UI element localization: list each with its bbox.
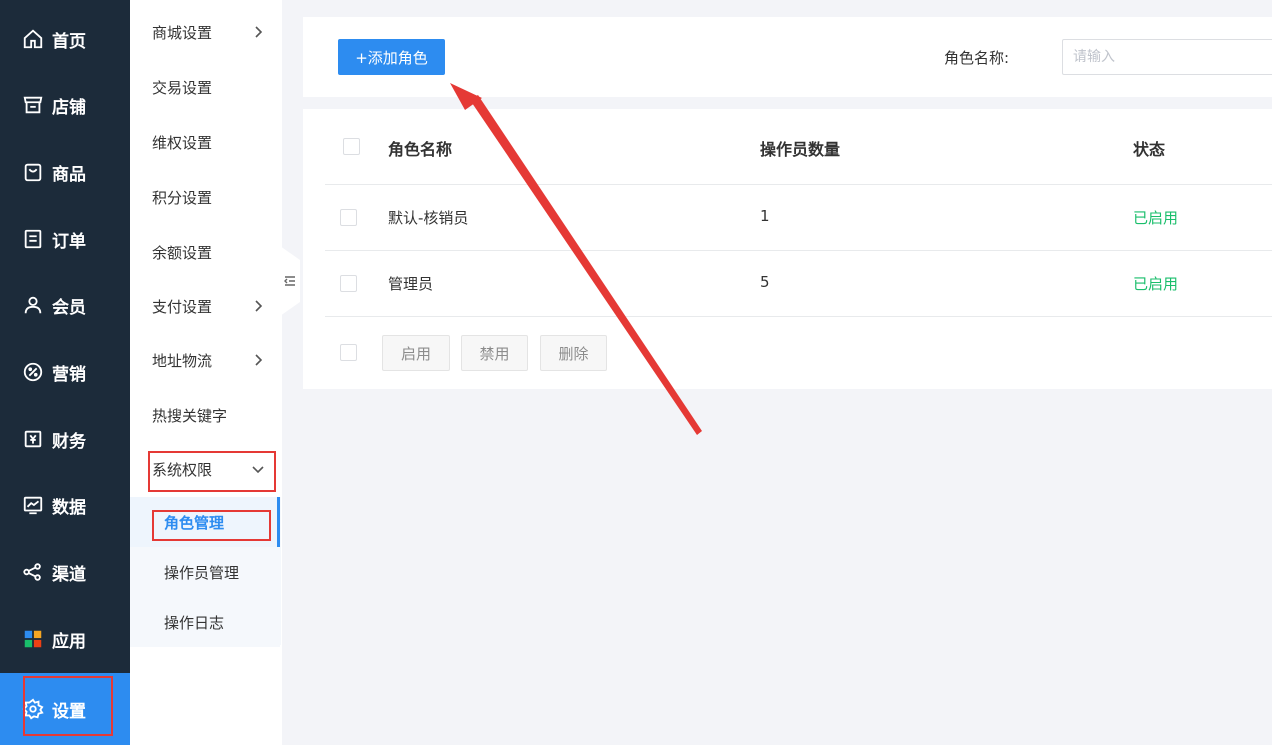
chart-icon (22, 494, 44, 516)
nav2-item-label: 热搜关键字 (152, 406, 228, 425)
nav2-sub-label: 操作日志 (164, 613, 225, 632)
toolbar-panel: +添加角色 角色名称: (303, 17, 1272, 97)
yen-icon (22, 428, 44, 450)
nav2-item-label: 地址物流 (152, 351, 213, 370)
nav-item-orders[interactable]: 订单 (0, 206, 130, 272)
nav2-item-balance-settings[interactable]: 余额设置 (130, 232, 280, 272)
nav-item-finance[interactable]: 财务 (0, 406, 130, 472)
nav-item-goods[interactable]: 商品 (0, 139, 130, 205)
nav2-item-mall-settings[interactable]: 商城设置 (130, 12, 280, 52)
column-header-status: 状态 (1133, 140, 1166, 159)
nav2-sub-operation-log[interactable]: 操作日志 (130, 597, 280, 647)
nav-item-label: 数据 (52, 497, 86, 518)
home-icon (22, 28, 44, 50)
column-header-role-name: 角色名称 (388, 140, 453, 159)
nav-item-label: 店铺 (52, 97, 86, 118)
nav-item-label: 商品 (52, 164, 86, 185)
nav2-item-hot-keywords[interactable]: 热搜关键字 (130, 395, 280, 435)
nav-item-label: 会员 (52, 297, 86, 318)
nav2-item-label: 系统权限 (152, 460, 213, 479)
nav2-item-label: 商城设置 (152, 23, 213, 42)
nav2-item-label: 维权设置 (152, 133, 213, 152)
collapse-icon (284, 276, 295, 286)
operator-count-cell: 1 (760, 207, 770, 225)
roles-table: 角色名称 操作员数量 状态 默认-核销员 1 已启用 管理员 5 已启用 启用 … (303, 109, 1272, 389)
nav-item-settings[interactable]: 设置 (0, 673, 130, 745)
nav-item-data[interactable]: 数据 (0, 472, 130, 538)
bulk-select-checkbox[interactable] (340, 344, 357, 361)
secondary-sidebar: 商城设置 交易设置 维权设置 积分设置 余额设置 支付设置 地址物流 热搜关键字… (130, 0, 282, 745)
share-icon (22, 561, 44, 583)
operator-count-cell: 5 (760, 273, 770, 291)
percent-icon (22, 361, 44, 383)
nav2-item-trade-settings[interactable]: 交易设置 (130, 67, 280, 107)
select-all-checkbox[interactable] (343, 138, 360, 155)
nav2-item-label: 积分设置 (152, 188, 213, 207)
chevron-right-icon (255, 300, 263, 312)
gear-icon (22, 698, 44, 720)
nav-item-home[interactable]: 首页 (0, 6, 130, 72)
chevron-right-icon (255, 354, 263, 366)
nav-item-label: 财务 (52, 431, 86, 452)
status-cell: 已启用 (1133, 209, 1179, 227)
chevron-down-icon (252, 466, 264, 474)
nav2-sub-label: 操作员管理 (164, 563, 240, 582)
nav2-item-label: 支付设置 (152, 297, 213, 316)
nav-item-label: 应用 (52, 631, 86, 652)
role-name-search-label: 角色名称: (944, 49, 1010, 67)
primary-sidebar: 首页 店铺 商品 订单 会员 营销 财务 数据 渠道 应用 设置 (0, 0, 130, 745)
nav2-item-label: 交易设置 (152, 78, 213, 97)
nav-item-label: 首页 (52, 31, 86, 52)
role-name-search-input[interactable] (1062, 39, 1272, 75)
nav2-sub-role-management[interactable]: 角色管理 (130, 497, 280, 547)
bulk-enable-button[interactable]: 启用 (382, 335, 450, 371)
column-header-operator-count: 操作员数量 (760, 140, 841, 159)
nav2-item-label: 余额设置 (152, 243, 213, 262)
nav-item-label: 营销 (52, 364, 86, 385)
nav-item-label: 订单 (52, 231, 86, 252)
bulk-disable-button[interactable]: 禁用 (461, 335, 528, 371)
bag-icon (22, 161, 44, 183)
nav2-sub-operator-management[interactable]: 操作员管理 (130, 547, 280, 597)
row-checkbox[interactable] (340, 275, 357, 292)
table-row[interactable]: 默认-核销员 1 已启用 (325, 185, 1272, 251)
nav-item-marketing[interactable]: 营销 (0, 339, 130, 405)
user-icon (22, 294, 44, 316)
nav-item-channels[interactable]: 渠道 (0, 539, 130, 605)
chevron-right-icon (255, 26, 263, 38)
nav2-item-rights-settings[interactable]: 维权设置 (130, 122, 280, 162)
nav2-item-address-logistics[interactable]: 地址物流 (130, 340, 280, 380)
order-icon (22, 228, 44, 250)
table-header-row: 角色名称 操作员数量 状态 (325, 109, 1272, 185)
status-cell: 已启用 (1133, 275, 1179, 293)
store-icon (22, 94, 44, 116)
table-row[interactable]: 管理员 5 已启用 (325, 251, 1272, 317)
apps-icon (22, 628, 44, 650)
role-name-cell: 管理员 (388, 275, 434, 293)
nav-item-store[interactable]: 店铺 (0, 72, 130, 138)
bulk-delete-button[interactable]: 删除 (540, 335, 607, 371)
nav2-item-system-permissions[interactable]: 系统权限 (130, 449, 280, 489)
nav2-item-payment-settings[interactable]: 支付设置 (130, 286, 280, 326)
row-checkbox[interactable] (340, 209, 357, 226)
role-name-cell: 默认-核销员 (388, 209, 469, 227)
nav2-item-points-settings[interactable]: 积分设置 (130, 177, 280, 217)
nav-item-label: 设置 (52, 701, 86, 722)
nav-item-members[interactable]: 会员 (0, 272, 130, 338)
nav-item-label: 渠道 (52, 564, 86, 585)
nav2-sub-label: 角色管理 (164, 513, 225, 532)
add-role-button[interactable]: +添加角色 (338, 39, 445, 75)
nav-item-apps[interactable]: 应用 (0, 606, 130, 672)
sidebar-collapse-button[interactable] (280, 246, 300, 316)
